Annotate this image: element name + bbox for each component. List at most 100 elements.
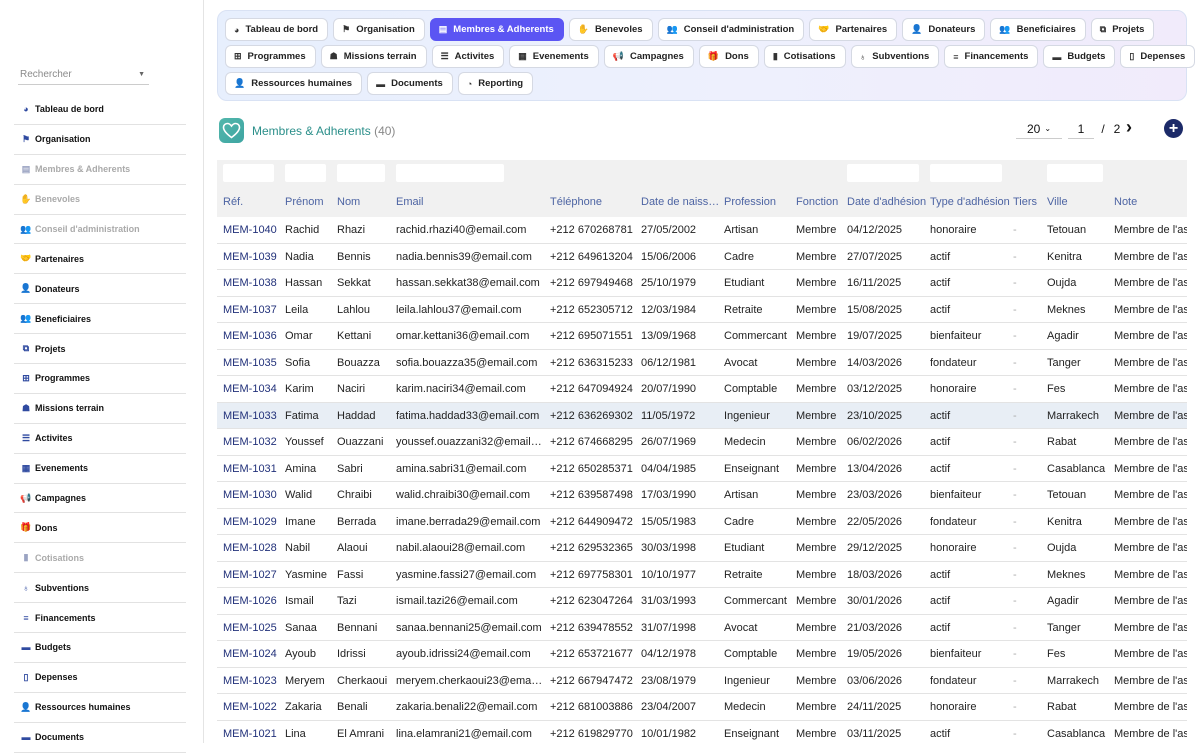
- nav-tab-tableau-de-bord[interactable]: ◕ Tableau de bord: [225, 18, 329, 41]
- sidebar-item-activites[interactable]: ☰ Activites: [14, 424, 186, 454]
- sidebar-item-dons[interactable]: 🎁 Dons: [14, 513, 186, 544]
- nav-tab-subventions[interactable]: ♁ Subventions: [850, 45, 940, 68]
- table-row[interactable]: MEM-1021 Lina El Amrani lina.elamrani21@ema…: [217, 721, 1187, 744]
- sidebar-item-tableau-de-bord[interactable]: ◕ Tableau de bord: [14, 95, 186, 125]
- cell-ref[interactable]: MEM-1031: [223, 463, 281, 475]
- table-row[interactable]: MEM-1028 Nabil Alaoui nabil.alaoui28@email.…: [217, 535, 1187, 562]
- column-header-profession[interactable]: Profession: [724, 196, 792, 208]
- nav-tab-beneficiaires[interactable]: 👥 Beneficiaires: [990, 18, 1086, 41]
- column-header-join-date[interactable]: Date d'adhésion: [847, 196, 927, 208]
- nav-tab-budgets[interactable]: ▬ Budgets: [1043, 45, 1116, 68]
- table-row[interactable]: MEM-1039 Nadia Bennis nadia.bennis39@email.…: [217, 244, 1187, 270]
- sidebar-item-partenaires[interactable]: 🤝 Partenaires: [14, 244, 186, 275]
- cell-ref[interactable]: MEM-1029: [223, 516, 281, 528]
- nav-tab-documents[interactable]: ▬ Documents: [367, 72, 453, 95]
- cell-ref[interactable]: MEM-1027: [223, 569, 281, 581]
- column-header-city[interactable]: Ville: [1047, 196, 1111, 208]
- search-select[interactable]: Rechercher ▼: [18, 67, 149, 85]
- cell-ref[interactable]: MEM-1033: [223, 410, 281, 422]
- nav-tab-reporting[interactable]: ◔ Reporting: [457, 72, 534, 95]
- sidebar-item-financements[interactable]: ≡ Financements: [14, 603, 186, 634]
- nav-tab-missions-terrain[interactable]: ☗ Missions terrain: [320, 45, 427, 68]
- sidebar-item-subventions[interactable]: ♁ Subventions: [14, 573, 186, 604]
- column-header-membership-type[interactable]: Type d'adhésion: [930, 196, 1010, 208]
- filter-input-city[interactable]: [1047, 164, 1103, 182]
- table-row[interactable]: MEM-1023 Meryem Cherkaoui meryem.cherkaoui2…: [217, 668, 1187, 694]
- cell-ref[interactable]: MEM-1035: [223, 357, 281, 369]
- nav-tab-projets[interactable]: ⧉ Projets: [1090, 18, 1155, 41]
- next-page-icon[interactable]: ›: [1126, 118, 1132, 136]
- table-row[interactable]: MEM-1024 Ayoub Idrissi ayoub.idrissi24@emai…: [217, 641, 1187, 668]
- cell-ref[interactable]: MEM-1032: [223, 436, 281, 448]
- table-row[interactable]: MEM-1032 Youssef Ouazzani youssef.ouazzani3…: [217, 429, 1187, 456]
- cell-ref[interactable]: MEM-1037: [223, 304, 281, 316]
- sidebar-item-projets[interactable]: ⧉ Projets: [14, 334, 186, 365]
- nav-tab-activites[interactable]: ☰ Activites: [431, 45, 505, 68]
- add-member-button[interactable]: +: [1164, 119, 1183, 138]
- nav-tab-financements[interactable]: ≡ Financements: [944, 45, 1039, 68]
- filter-input-email[interactable]: [396, 164, 504, 182]
- table-row[interactable]: MEM-1035 Sofia Bouazza sofia.bouazza35@emai…: [217, 350, 1187, 376]
- sidebar-item-documents[interactable]: ▬ Documents: [14, 723, 186, 753]
- cell-ref[interactable]: MEM-1034: [223, 383, 281, 395]
- sidebar-item-missions-terrain[interactable]: ☗ Missions terrain: [14, 394, 186, 424]
- cell-ref[interactable]: MEM-1040: [223, 224, 281, 236]
- column-header-birth-date[interactable]: Date de naissance: [641, 196, 721, 208]
- cell-ref[interactable]: MEM-1038: [223, 277, 281, 289]
- page-number-input[interactable]: 1: [1068, 119, 1094, 139]
- cell-ref[interactable]: MEM-1036: [223, 330, 281, 342]
- cell-ref[interactable]: MEM-1024: [223, 648, 281, 660]
- column-header-last-name[interactable]: Nom: [337, 196, 393, 208]
- sidebar-item-budgets[interactable]: ▬ Budgets: [14, 633, 186, 663]
- sidebar-item-cotisations[interactable]: ▮ Cotisations: [14, 543, 186, 574]
- sidebar-item-benevoles[interactable]: ✋ Benevoles: [14, 185, 186, 215]
- sidebar-item-campagnes[interactable]: 📢 Campagnes: [14, 484, 186, 514]
- table-row[interactable]: MEM-1038 Hassan Sekkat hassan.sekkat38@emai…: [217, 270, 1187, 297]
- nav-tab-ressources-humaines[interactable]: 👤 Ressources humaines: [225, 72, 363, 95]
- cell-ref[interactable]: MEM-1022: [223, 701, 281, 713]
- cell-ref[interactable]: MEM-1023: [223, 675, 281, 687]
- table-row[interactable]: MEM-1040 Rachid Rhazi rachid.rhazi40@email.…: [217, 217, 1187, 244]
- sidebar-item-beneficiaires[interactable]: 👥 Beneficiaires: [14, 304, 186, 335]
- nav-tab-organisation[interactable]: ⚑ Organisation: [333, 18, 425, 41]
- nav-tab-partenaires[interactable]: 🤝 Partenaires: [809, 18, 898, 41]
- filter-input-membership-type[interactable]: [930, 164, 1002, 182]
- column-header-first-name[interactable]: Prénom: [285, 196, 333, 208]
- cell-ref[interactable]: MEM-1025: [223, 622, 281, 634]
- sidebar-item-membres-adherents[interactable]: ▤ Membres & Adherents: [14, 155, 186, 185]
- filter-input-firstname[interactable]: [285, 164, 326, 182]
- nav-tab-evenements[interactable]: ▦ Evenements: [509, 45, 599, 68]
- sidebar-item-ressources-humaines[interactable]: 👤 Ressources humaines: [14, 693, 186, 723]
- table-row[interactable]: MEM-1030 Walid Chraibi walid.chraibi30@emai…: [217, 482, 1187, 509]
- nav-tab-conseil-d-administration[interactable]: 👥 Conseil d'administration: [657, 18, 805, 41]
- table-row[interactable]: MEM-1029 Imane Berrada imane.berrada29@emai…: [217, 509, 1187, 535]
- filter-input-join-date[interactable]: [847, 164, 919, 182]
- nav-tab-depenses[interactable]: ▯ Depenses: [1120, 45, 1196, 68]
- sidebar-item-depenses[interactable]: ▯ Depenses: [14, 663, 186, 693]
- filter-input-lastname[interactable]: [337, 164, 385, 182]
- table-row[interactable]: MEM-1022 Zakaria Benali zakaria.benali22@em…: [217, 694, 1187, 721]
- nav-tab-programmes[interactable]: ⊞ Programmes: [225, 45, 316, 68]
- column-header-tiers[interactable]: Tiers: [1013, 196, 1043, 208]
- table-row[interactable]: MEM-1037 Leila Lahlou leila.lahlou37@email.…: [217, 297, 1187, 323]
- page-size-select[interactable]: 20 ⌄: [1016, 119, 1062, 139]
- table-row[interactable]: MEM-1027 Yasmine Fassi yasmine.fassi27@emai…: [217, 562, 1187, 588]
- cell-ref[interactable]: MEM-1026: [223, 595, 281, 607]
- sidebar-item-programmes[interactable]: ⊞ Programmes: [14, 364, 186, 394]
- nav-tab-benevoles[interactable]: ✋ Benevoles: [568, 18, 653, 41]
- column-header-email[interactable]: Email: [396, 196, 543, 208]
- nav-tab-donateurs[interactable]: 👤 Donateurs: [902, 18, 986, 41]
- sidebar-item-conseil-d-administration[interactable]: 👥 Conseil d'administration: [14, 215, 186, 245]
- column-header-ref[interactable]: Réf.: [223, 196, 281, 208]
- cell-ref[interactable]: MEM-1028: [223, 542, 281, 554]
- nav-tab-dons[interactable]: 🎁 Dons: [698, 45, 759, 68]
- table-row[interactable]: MEM-1036 Omar Kettani omar.kettani36@email.…: [217, 323, 1187, 350]
- table-row[interactable]: MEM-1025 Sanaa Bennani sanaa.bennani25@emai…: [217, 615, 1187, 641]
- nav-tab-membres-adherents[interactable]: ▤ Membres & Adherents: [429, 18, 564, 41]
- table-row[interactable]: MEM-1034 Karim Naciri karim.naciri34@email.…: [217, 376, 1187, 403]
- cell-ref[interactable]: MEM-1030: [223, 489, 281, 501]
- nav-tab-cotisations[interactable]: ▮ Cotisations: [763, 45, 846, 68]
- sidebar-item-evenements[interactable]: ▦ Evenements: [14, 454, 186, 484]
- column-header-note[interactable]: Note: [1114, 196, 1187, 208]
- nav-tab-campagnes[interactable]: 📢 Campagnes: [603, 45, 694, 68]
